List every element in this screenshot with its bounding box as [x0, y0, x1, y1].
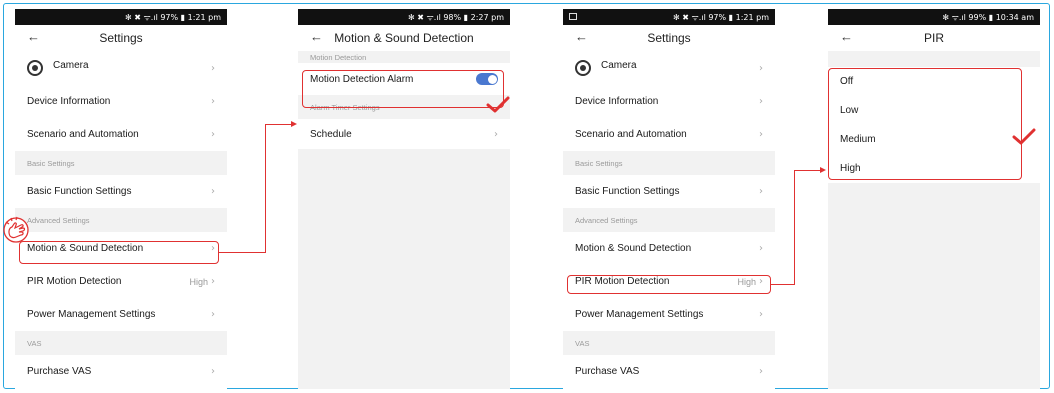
back-arrow-icon[interactable]: ← [310, 29, 323, 44]
status-bar: ✻ ✖ ᯤ.ıl 97% ▮ 1:21 pm [15, 9, 227, 25]
app-header: ← Settings [563, 25, 775, 51]
tap-hand-icon [3, 216, 29, 243]
connector-line [794, 170, 795, 285]
basic-function-label: Basic Function Settings [575, 186, 680, 197]
page-title: Settings [647, 31, 691, 45]
highlight-pir-motion [567, 275, 771, 294]
status-bar: ✻ ✖ ᯤ.ıl 97% ▮ 1:21 pm [563, 9, 775, 25]
connector-line [794, 170, 821, 171]
back-arrow-icon[interactable]: ← [575, 29, 588, 44]
checkmark-icon [486, 96, 510, 113]
section-advanced: Advanced Settings [15, 208, 227, 232]
connector-line [771, 284, 794, 285]
highlight-motion-alarm [302, 70, 504, 108]
device-info-row[interactable]: Device Information › [563, 85, 775, 118]
camera-row[interactable]: Camera › [563, 51, 775, 85]
section-basic: Basic Settings [15, 151, 227, 175]
basic-function-row[interactable]: Basic Function Settings › [563, 175, 775, 208]
chevron-right-icon: › [759, 62, 763, 74]
chevron-right-icon: › [211, 186, 215, 197]
chevron-right-icon: › [759, 309, 763, 320]
pir-motion-label: PIR Motion Detection [27, 276, 122, 287]
arrow-right-icon [291, 121, 297, 127]
chevron-right-icon: › [211, 96, 215, 107]
page-title: Motion & Sound Detection [334, 31, 474, 45]
schedule-row[interactable]: Schedule › [298, 119, 510, 149]
status-bar: ✻ ᯤ.ıl 99% ▮ 10:34 am [828, 9, 1040, 25]
basic-function-row[interactable]: Basic Function Settings › [15, 175, 227, 208]
camera-label: Camera [53, 60, 89, 71]
connector-line [265, 124, 266, 253]
chevron-right-icon: › [211, 129, 215, 140]
power-mgmt-label: Power Management Settings [27, 309, 156, 320]
spacer [828, 51, 1040, 67]
schedule-label: Schedule [310, 128, 352, 140]
phone-motion-sound: ✻ ✖ ᯤ.ıl 98% ▮ 2:27 pm ← Motion & Sound … [298, 9, 510, 389]
page-title: PIR [923, 31, 944, 45]
gallery-icon [569, 13, 577, 20]
chevron-right-icon: › [759, 96, 763, 107]
chevron-right-icon: › [759, 366, 763, 377]
purchase-vas-label: Purchase VAS [575, 366, 640, 377]
scenario-row[interactable]: Scenario and Automation › [563, 118, 775, 151]
section-vas: VAS [563, 331, 775, 355]
empty-area [298, 149, 510, 389]
purchase-vas-row[interactable]: Purchase VAS › [563, 355, 775, 388]
status-text: ✻ ✖ ᯤ.ıl 98% ▮ 2:27 pm [408, 12, 504, 22]
empty-area [828, 183, 1040, 389]
app-header: ← Motion & Sound Detection [298, 25, 510, 51]
section-advanced: Advanced Settings [563, 208, 775, 232]
status-bar: ✻ ✖ ᯤ.ıl 98% ▮ 2:27 pm [298, 9, 510, 25]
section-basic: Basic Settings [563, 151, 775, 175]
device-info-row[interactable]: Device Information › [15, 85, 227, 118]
scenario-label: Scenario and Automation [27, 129, 139, 140]
page-title: Settings [99, 31, 143, 45]
chevron-right-icon: › [759, 129, 763, 140]
chevron-right-icon: › [211, 366, 215, 377]
pir-value: High [189, 276, 208, 287]
chevron-right-icon: › [759, 186, 763, 197]
power-mgmt-row[interactable]: Power Management Settings › [15, 298, 227, 331]
power-mgmt-label: Power Management Settings [575, 309, 704, 320]
section-motion-detection: Motion Detection [298, 51, 510, 63]
purchase-vas-row[interactable]: Purchase VAS › [15, 355, 227, 388]
camera-icon [27, 60, 43, 76]
chevron-right-icon: › [211, 276, 215, 287]
connector-line [265, 124, 293, 125]
highlight-pir-options [828, 68, 1022, 180]
back-arrow-icon[interactable]: ← [27, 29, 40, 44]
chevron-right-icon: › [494, 128, 498, 140]
section-vas: VAS [15, 331, 227, 355]
phone-pir: ✻ ᯤ.ıl 99% ▮ 10:34 am ← PIR Off Low Medi… [828, 9, 1040, 389]
purchase-vas-label: Purchase VAS [27, 366, 92, 377]
camera-icon [575, 60, 591, 76]
pir-motion-row[interactable]: PIR Motion Detection High › [15, 265, 227, 298]
basic-function-label: Basic Function Settings [27, 186, 132, 197]
phone-settings-2: ✻ ✖ ᯤ.ıl 97% ▮ 1:21 pm ← Settings Camera… [563, 9, 775, 389]
chevron-right-icon: › [211, 309, 215, 320]
back-arrow-icon[interactable]: ← [840, 29, 853, 44]
scenario-label: Scenario and Automation [575, 129, 687, 140]
motion-sound-row[interactable]: Motion & Sound Detection › [563, 232, 775, 265]
chevron-right-icon: › [211, 62, 215, 74]
motion-sound-label: Motion & Sound Detection [575, 243, 692, 254]
chevron-right-icon: › [759, 243, 763, 254]
scenario-row[interactable]: Scenario and Automation › [15, 118, 227, 151]
app-header: ← Settings [15, 25, 227, 51]
device-info-label: Device Information [575, 96, 659, 107]
device-info-label: Device Information [27, 96, 111, 107]
status-text: ✻ ✖ ᯤ.ıl 97% ▮ 1:21 pm [125, 12, 221, 22]
power-mgmt-row[interactable]: Power Management Settings › [563, 298, 775, 331]
connector-line [219, 252, 265, 253]
camera-row[interactable]: Camera › [15, 51, 227, 85]
status-text: ✻ ✖ ᯤ.ıl 97% ▮ 1:21 pm [673, 12, 769, 22]
arrow-right-icon [820, 167, 826, 173]
status-text: ✻ ᯤ.ıl 99% ▮ 10:34 am [942, 12, 1034, 22]
highlight-motion-sound [19, 241, 219, 264]
phone-settings-1: ✻ ✖ ᯤ.ıl 97% ▮ 1:21 pm ← Settings Camera… [15, 9, 227, 389]
checkmark-icon [1012, 128, 1036, 145]
camera-label: Camera [601, 60, 637, 71]
app-header: ← PIR [828, 25, 1040, 51]
